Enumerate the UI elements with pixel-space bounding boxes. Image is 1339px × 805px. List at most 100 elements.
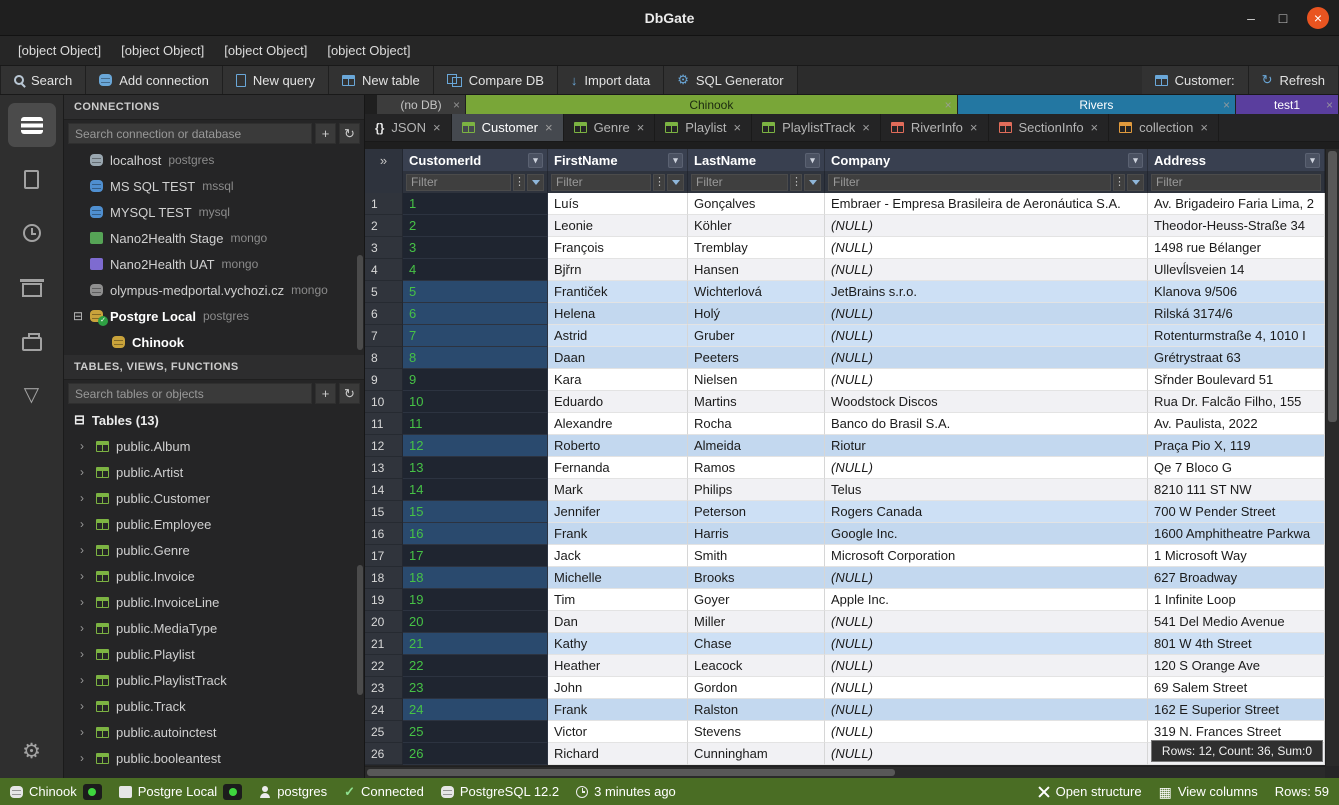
chevron-down-icon[interactable]: ▾ (805, 153, 820, 168)
chevron-right-icon[interactable]: › (80, 439, 89, 453)
cell-lastname[interactable]: Tremblay (688, 237, 825, 259)
cell-firstname[interactable]: Astrid (548, 325, 688, 347)
table-row[interactable]: 20 20 Dan Miller (NULL) 541 Del Medio Av… (365, 611, 1339, 633)
cell-firstname[interactable]: Tim (548, 589, 688, 611)
cell-company[interactable]: (NULL) (825, 611, 1148, 633)
database-tab[interactable]: test1 × (1236, 95, 1338, 114)
table-row[interactable]: 4 4 Bjřrn Hansen (NULL) Ullevĺlsveien 14 (365, 259, 1339, 281)
cell-customerid[interactable]: 7 (403, 325, 548, 347)
cell-lastname[interactable]: Cunningham (688, 743, 825, 765)
new-query-button[interactable]: New query (223, 66, 329, 94)
cell-address[interactable]: 1498 rue Bélanger (1148, 237, 1325, 259)
table-row[interactable]: 11 11 Alexandre Rocha Banco do Brasil S.… (365, 413, 1339, 435)
row-number[interactable]: 4 (365, 259, 403, 281)
cell-customerid[interactable]: 10 (403, 391, 548, 413)
tab-table[interactable]: Genre × (564, 114, 656, 141)
cell-lastname[interactable]: Martins (688, 391, 825, 413)
table-row[interactable]: 12 12 Roberto Almeida Riotur Praça Pio X… (365, 435, 1339, 457)
chevron-down-icon[interactable]: ▾ (528, 153, 543, 168)
cell-address[interactable]: Av. Paulista, 2022 (1148, 413, 1325, 435)
cell-lastname[interactable]: Goyer (688, 589, 825, 611)
sidebar-item-plugins[interactable] (8, 319, 56, 363)
menu-item[interactable]: [object Object] (111, 38, 214, 63)
cell-company[interactable]: (NULL) (825, 457, 1148, 479)
kebab-menu-icon[interactable]: ⋮ (1113, 174, 1125, 191)
cell-firstname[interactable]: Fernanda (548, 457, 688, 479)
cell-address[interactable]: 8210 111 ST NW (1148, 479, 1325, 501)
database-tab[interactable]: Chinook × (466, 95, 957, 114)
table-list-item[interactable]: › public.booleantest (64, 745, 364, 771)
cell-company[interactable]: (NULL) (825, 677, 1148, 699)
row-number[interactable]: 8 (365, 347, 403, 369)
cell-lastname[interactable]: Hansen (688, 259, 825, 281)
customer-tab-button[interactable]: Customer: (1142, 66, 1249, 94)
cell-firstname[interactable]: Frantiček (548, 281, 688, 303)
row-number[interactable]: 21 (365, 633, 403, 655)
cell-firstname[interactable]: Helena (548, 303, 688, 325)
cell-customerid[interactable]: 5 (403, 281, 548, 303)
sidebar-item-filters[interactable]: ▽ (8, 373, 56, 417)
table-row[interactable]: 22 22 Heather Leacock (NULL) 120 S Orang… (365, 655, 1339, 677)
filter-input[interactable] (406, 174, 511, 191)
cell-firstname[interactable]: Luís (548, 193, 688, 215)
row-number[interactable]: 26 (365, 743, 403, 765)
cell-company[interactable]: (NULL) (825, 369, 1148, 391)
cell-company[interactable]: Apple Inc. (825, 589, 1148, 611)
row-number[interactable]: 17 (365, 545, 403, 567)
chevron-right-icon[interactable]: › (80, 647, 89, 661)
connection-item[interactable]: ⊟ ✓ Chinook (64, 329, 364, 355)
table-row[interactable]: 10 10 Eduardo Martins Woodstock Discos R… (365, 391, 1339, 413)
close-icon[interactable]: × (453, 98, 460, 112)
cell-company[interactable]: (NULL) (825, 655, 1148, 677)
sidebar-item-history[interactable] (8, 211, 56, 255)
import-data-button[interactable]: ↓ Import data (558, 66, 664, 94)
cell-customerid[interactable]: 17 (403, 545, 548, 567)
tab-table[interactable]: collection × (1109, 114, 1219, 141)
table-list-item[interactable]: › public.Employee (64, 511, 364, 537)
table-row[interactable]: 21 21 Kathy Chase (NULL) 801 W 4th Stree… (365, 633, 1339, 655)
row-number[interactable]: 5 (365, 281, 403, 303)
column-header[interactable]: Address ▾ (1148, 149, 1325, 171)
close-icon[interactable]: × (1326, 98, 1333, 112)
table-list-item[interactable]: › public.PlaylistTrack (64, 667, 364, 693)
new-table-button[interactable]: New table (329, 66, 434, 94)
cell-firstname[interactable]: Michelle (548, 567, 688, 589)
vertical-scrollbar[interactable] (1325, 149, 1339, 766)
close-icon[interactable]: × (970, 120, 978, 135)
column-header[interactable]: CustomerId ▾ (403, 149, 548, 171)
connection-item[interactable]: ⊟ ✓ Nano2Health Stage mongo (64, 225, 364, 251)
cell-firstname[interactable]: Eduardo (548, 391, 688, 413)
cell-address[interactable]: 1600 Amphitheatre Parkwa (1148, 523, 1325, 545)
close-icon[interactable]: × (862, 120, 870, 135)
cell-address[interactable]: Rilská 3174/6 (1148, 303, 1325, 325)
cell-firstname[interactable]: Kara (548, 369, 688, 391)
cell-customerid[interactable]: 3 (403, 237, 548, 259)
filter-funnel-icon[interactable] (1127, 174, 1144, 191)
cell-address[interactable]: 700 W Pender Street (1148, 501, 1325, 523)
cell-lastname[interactable]: Wichterlová (688, 281, 825, 303)
tab-table[interactable]: Playlist × (655, 114, 752, 141)
row-number[interactable]: 7 (365, 325, 403, 347)
row-number[interactable]: 1 (365, 193, 403, 215)
add-icon[interactable]: + (315, 383, 336, 404)
close-icon[interactable]: × (1091, 120, 1099, 135)
sidebar-item-files[interactable] (8, 157, 56, 201)
table-row[interactable]: 16 16 Frank Harris Google Inc. 1600 Amph… (365, 523, 1339, 545)
cell-company[interactable]: (NULL) (825, 237, 1148, 259)
table-list-item[interactable]: › public.Invoice (64, 563, 364, 589)
row-number[interactable]: 15 (365, 501, 403, 523)
table-row[interactable]: 24 24 Frank Ralston (NULL) 162 E Superio… (365, 699, 1339, 721)
chevron-right-icon[interactable]: › (80, 621, 89, 635)
row-number[interactable]: 18 (365, 567, 403, 589)
cell-lastname[interactable]: Holý (688, 303, 825, 325)
sidebar-item-connections[interactable] (8, 103, 56, 147)
cell-firstname[interactable]: Bjřrn (548, 259, 688, 281)
chevron-right-icon[interactable]: › (80, 751, 89, 765)
row-number[interactable]: 23 (365, 677, 403, 699)
cell-customerid[interactable]: 1 (403, 193, 548, 215)
cell-lastname[interactable]: Stevens (688, 721, 825, 743)
cell-address[interactable]: 1 Microsoft Way (1148, 545, 1325, 567)
filter-input[interactable] (1151, 174, 1321, 191)
cell-company[interactable]: Telus (825, 479, 1148, 501)
cell-customerid[interactable]: 4 (403, 259, 548, 281)
